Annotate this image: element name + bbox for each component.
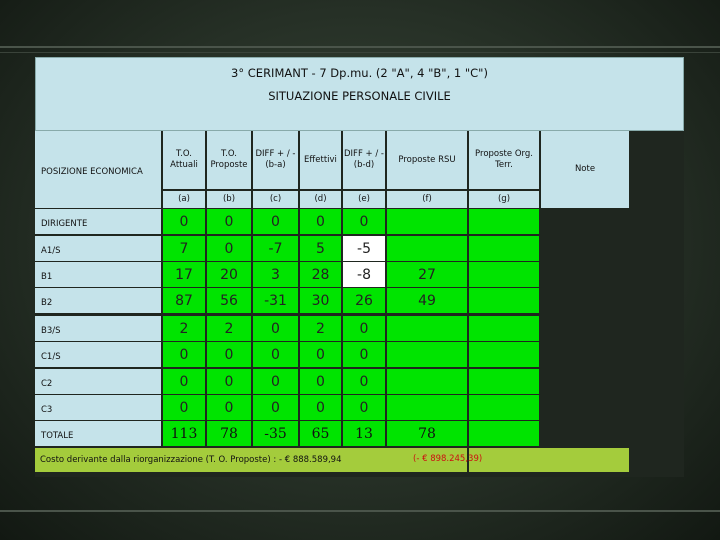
- table-cell: 56: [207, 288, 251, 313]
- table-cell: 7: [163, 236, 205, 261]
- cost-summary-bar-right: [469, 448, 629, 472]
- column-header: Proposte Org. Terr.: [469, 131, 539, 189]
- table-cell: 3: [253, 262, 298, 287]
- table-cell: 0: [343, 369, 385, 394]
- column-letter: (a): [163, 191, 205, 208]
- row-label: B1: [35, 262, 161, 287]
- row-label: C2: [35, 369, 161, 394]
- column-header-position: POSIZIONE ECONOMICA: [35, 131, 161, 208]
- table-cell: -5: [343, 236, 385, 261]
- table-cell: 0: [300, 209, 341, 234]
- column-header: Effettivi: [300, 131, 341, 189]
- column-header-note: Note: [541, 131, 629, 208]
- table-cell: [469, 262, 539, 287]
- table-cell: 28: [300, 262, 341, 287]
- total-cell: -35: [253, 421, 298, 446]
- table-cell: 2: [163, 316, 205, 341]
- table-cell: 87: [163, 288, 205, 313]
- total-cell: 78: [207, 421, 251, 446]
- column-header: DIFF + / - (b-d): [343, 131, 385, 189]
- table-cell: 0: [343, 209, 385, 234]
- frame-top-line: [0, 46, 720, 48]
- frame-bottom-line: [0, 510, 720, 512]
- table-cell: 0: [207, 236, 251, 261]
- table-cell: [469, 288, 539, 313]
- table-cell: 2: [207, 316, 251, 341]
- row-label: B2: [35, 288, 161, 313]
- slide-header: 3° CERIMANT - 7 Dp.mu. (2 "A", 4 "B", 1 …: [35, 57, 684, 131]
- total-cell: 65: [300, 421, 341, 446]
- table-cell: [387, 342, 467, 367]
- table-cell: 0: [207, 342, 251, 367]
- column-letter: (b): [207, 191, 251, 208]
- table-cell: 0: [253, 342, 298, 367]
- table-cell: 0: [253, 369, 298, 394]
- frame-top-line-2: [0, 52, 720, 53]
- column-header: T.O. Proposte: [207, 131, 251, 189]
- table-cell: 20: [207, 262, 251, 287]
- table-cell: 0: [207, 395, 251, 420]
- table-cell: [387, 369, 467, 394]
- table-cell: [469, 316, 539, 341]
- table-cell: 17: [163, 262, 205, 287]
- table-cell: [387, 395, 467, 420]
- column-header: Proposte RSU: [387, 131, 467, 189]
- row-label: C1/S: [35, 342, 161, 367]
- row-label: C3: [35, 395, 161, 420]
- page-title: 3° CERIMANT - 7 Dp.mu. (2 "A", 4 "B", 1 …: [231, 66, 488, 80]
- total-label: TOTALE: [35, 421, 161, 446]
- table-cell: 5: [300, 236, 341, 261]
- total-cell: [469, 421, 539, 446]
- row-label: DIRIGENTE: [35, 209, 161, 234]
- table-cell: 0: [343, 342, 385, 367]
- table-cell: 26: [343, 288, 385, 313]
- column-letter: (f): [387, 191, 467, 208]
- column-header: DIFF + / - (b-a): [253, 131, 298, 189]
- column-header: T.O. Attuali: [163, 131, 205, 189]
- column-letter: (g): [469, 191, 539, 208]
- table-cell: [469, 342, 539, 367]
- table-cell: [469, 395, 539, 420]
- table-cell: 2: [300, 316, 341, 341]
- column-letter: (e): [343, 191, 385, 208]
- table-cell: -7: [253, 236, 298, 261]
- table-cell: 0: [253, 209, 298, 234]
- table-cell: 0: [300, 342, 341, 367]
- table-cell: -8: [343, 262, 385, 287]
- row-label: A1/S: [35, 236, 161, 261]
- table-cell: 0: [300, 395, 341, 420]
- table-cell: [387, 316, 467, 341]
- table-cell: [469, 236, 539, 261]
- table-cell: 0: [253, 395, 298, 420]
- row-label: B3/S: [35, 316, 161, 341]
- table-cell: [387, 209, 467, 234]
- column-letter: (c): [253, 191, 298, 208]
- page-subtitle: SITUAZIONE PERSONALE CIVILE: [268, 89, 451, 103]
- total-cell: 78: [387, 421, 467, 446]
- table-cell: 30: [300, 288, 341, 313]
- total-cell: 113: [163, 421, 205, 446]
- table-cell: 0: [343, 395, 385, 420]
- table-cell: [469, 369, 539, 394]
- cost-alternative: (- € 898.245,39): [413, 454, 483, 464]
- table-cell: 0: [253, 316, 298, 341]
- table-cell: 49: [387, 288, 467, 313]
- table-cell: [387, 236, 467, 261]
- slide: 3° CERIMANT - 7 Dp.mu. (2 "A", 4 "B", 1 …: [35, 57, 684, 477]
- table-cell: 0: [207, 369, 251, 394]
- table-cell: 0: [163, 369, 205, 394]
- cost-summary: Costo derivante dalla riorganizzazione (…: [35, 448, 467, 472]
- table-cell: 0: [163, 209, 205, 234]
- table-cell: -31: [253, 288, 298, 313]
- table-cell: 0: [207, 209, 251, 234]
- table-cell: 0: [300, 369, 341, 394]
- table-cell: [469, 209, 539, 234]
- table-cell: 27: [387, 262, 467, 287]
- table-cell: 0: [163, 395, 205, 420]
- total-cell: 13: [343, 421, 385, 446]
- table-cell: 0: [163, 342, 205, 367]
- column-letter: (d): [300, 191, 341, 208]
- table-cell: 0: [343, 316, 385, 341]
